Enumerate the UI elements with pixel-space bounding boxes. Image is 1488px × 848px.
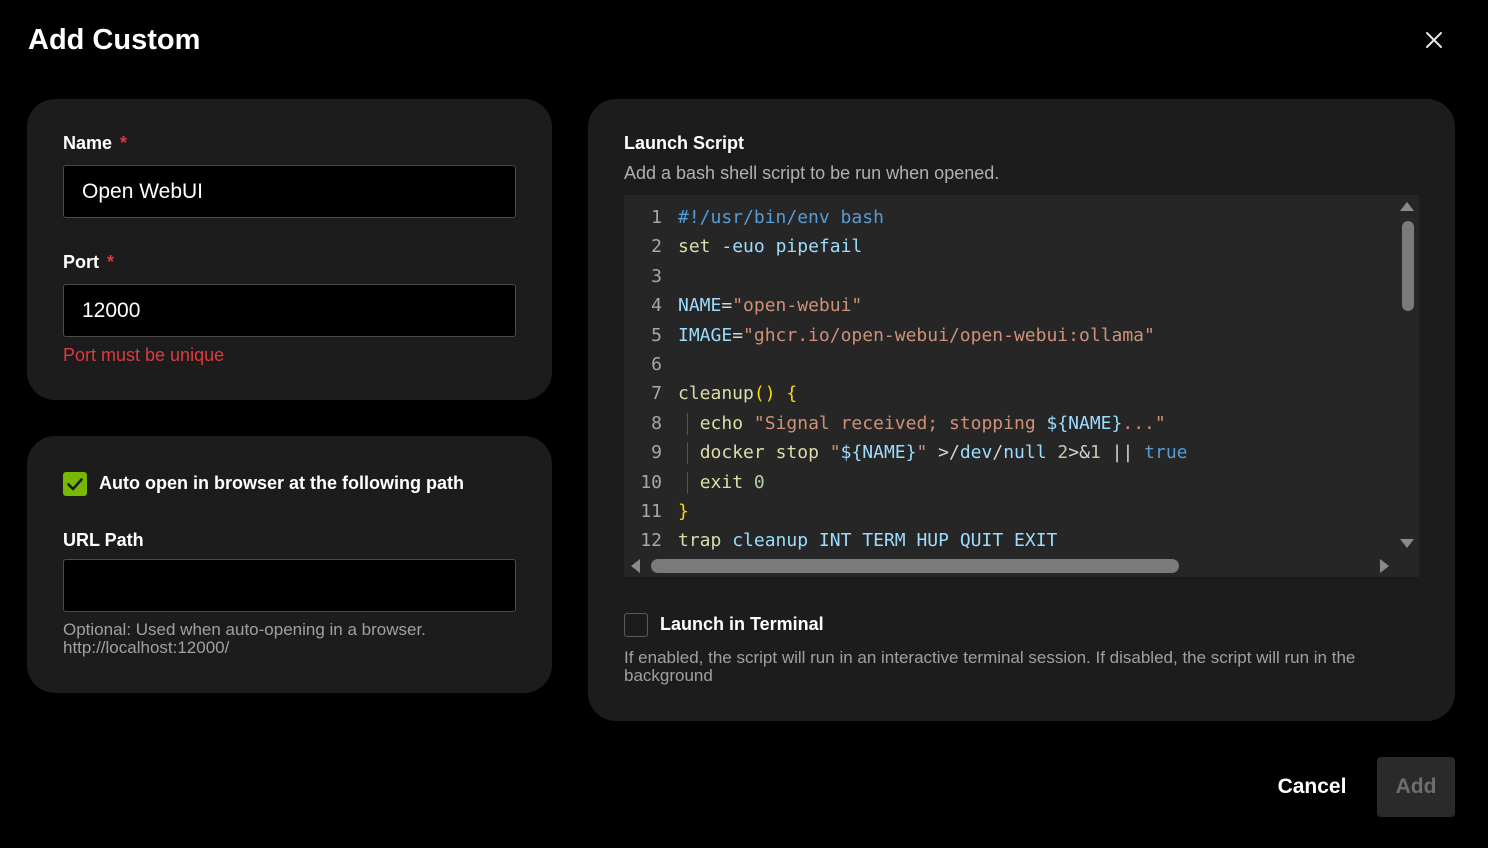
code-line[interactable]: 3 — [624, 262, 662, 291]
name-label: Name * — [63, 133, 127, 154]
code-text[interactable]: cleanup() { — [678, 379, 797, 408]
code-line[interactable]: 4 NAME="open-webui" — [624, 291, 862, 320]
url-path-label: URL Path — [63, 530, 144, 550]
code-line[interactable]: 7 cleanup() { — [624, 379, 797, 408]
auto-open-label: Auto open in browser at the following pa… — [99, 473, 464, 493]
scroll-up-arrow-icon[interactable] — [1400, 202, 1414, 211]
port-input[interactable] — [63, 284, 516, 337]
line-number: 4 — [651, 295, 662, 317]
code-line[interactable]: 12 trap cleanup INT TERM HUP QUIT EXIT — [624, 526, 1057, 555]
code-text[interactable]: echo "Signal received; stopping ${NAME}.… — [678, 409, 1166, 438]
port-error: Port must be unique — [63, 345, 225, 365]
code-text[interactable]: } — [678, 497, 689, 526]
code-text[interactable]: IMAGE="ghcr.io/open-webui/open-webui:oll… — [678, 321, 1155, 350]
code-line[interactable]: 6 — [624, 350, 662, 379]
line-number: 5 — [651, 324, 662, 346]
code-text[interactable]: docker stop "${NAME}" >/dev/null 2>&1 ||… — [678, 438, 1188, 467]
code-text[interactable]: exit 0 — [678, 468, 765, 497]
line-number: 11 — [640, 500, 662, 522]
scroll-left-arrow-icon[interactable] — [631, 559, 640, 573]
line-number: 8 — [651, 412, 662, 434]
checkmark-icon — [67, 478, 83, 491]
script-editor[interactable]: 1 #!/usr/bin/env bash 2 set -euo pipefail 3 4… — [624, 195, 1419, 577]
code-line[interactable]: 11} — [624, 497, 689, 526]
launch-in-terminal-checkbox[interactable] — [624, 613, 648, 637]
line-number: 7 — [651, 383, 662, 405]
url-path-help: Optional: Used when auto-opening in a br… — [63, 621, 426, 657]
dialog-title: Add Custom — [28, 24, 201, 56]
add-button[interactable]: Add — [1377, 757, 1455, 817]
line-number: 6 — [651, 353, 662, 375]
code-text[interactable]: NAME="open-webui" — [678, 291, 862, 320]
launch-in-terminal-help: If enabled, the script will run in an in… — [624, 648, 1356, 685]
close-icon[interactable] — [1420, 26, 1448, 54]
cancel-button[interactable]: Cancel — [1265, 762, 1359, 812]
code-line[interactable]: 1 #!/usr/bin/env bash — [624, 203, 884, 232]
line-number: 9 — [651, 442, 662, 464]
code-line[interactable]: 8 echo "Signal received; stopping ${NAME… — [624, 409, 1166, 438]
code-lines[interactable]: 1 #!/usr/bin/env bash 2 set -euo pipefail 3 4… — [624, 203, 1188, 556]
vertical-scrollbar[interactable] — [1402, 221, 1414, 311]
port-label: Port * — [63, 252, 114, 273]
code-text[interactable]: #!/usr/bin/env bash — [678, 203, 884, 232]
line-number: 12 — [640, 530, 662, 552]
auto-open-checkbox[interactable] — [63, 472, 87, 496]
required-marker: * — [107, 252, 115, 272]
code-line[interactable]: 5 IMAGE="ghcr.io/open-webui/open-webui:ol… — [624, 321, 1155, 350]
code-line[interactable]: 9 docker stop "${NAME}" >/dev/null 2>&1 … — [624, 438, 1188, 467]
code-text[interactable]: trap cleanup INT TERM HUP QUIT EXIT — [678, 526, 1057, 555]
scroll-right-arrow-icon[interactable] — [1380, 559, 1389, 573]
line-number: 1 — [651, 207, 662, 228]
line-number: 10 — [640, 471, 662, 493]
url-help-example: http://localhost:12000/ — [63, 638, 230, 657]
launch-in-terminal-label: Launch in Terminal — [660, 614, 824, 634]
port-label-text: Port — [63, 252, 99, 272]
launch-script-description: Add a bash shell script to be run when o… — [624, 163, 1000, 183]
line-number: 3 — [651, 265, 662, 287]
name-input[interactable] — [63, 165, 516, 218]
horizontal-scrollbar[interactable] — [651, 559, 1179, 573]
scroll-down-arrow-icon[interactable] — [1400, 539, 1414, 548]
code-line[interactable]: 10 exit 0 — [624, 468, 765, 497]
launch-script-label: Launch Script — [624, 133, 745, 153]
line-number: 2 — [651, 236, 662, 258]
name-label-text: Name — [63, 133, 113, 153]
code-text[interactable]: set -euo pipefail — [678, 232, 862, 261]
url-path-input[interactable] — [63, 559, 516, 612]
code-line[interactable]: 2 set -euo pipefail — [624, 232, 862, 261]
required-marker: * — [120, 133, 128, 153]
url-help-line: Optional: Used when auto-opening in a br… — [63, 620, 426, 639]
